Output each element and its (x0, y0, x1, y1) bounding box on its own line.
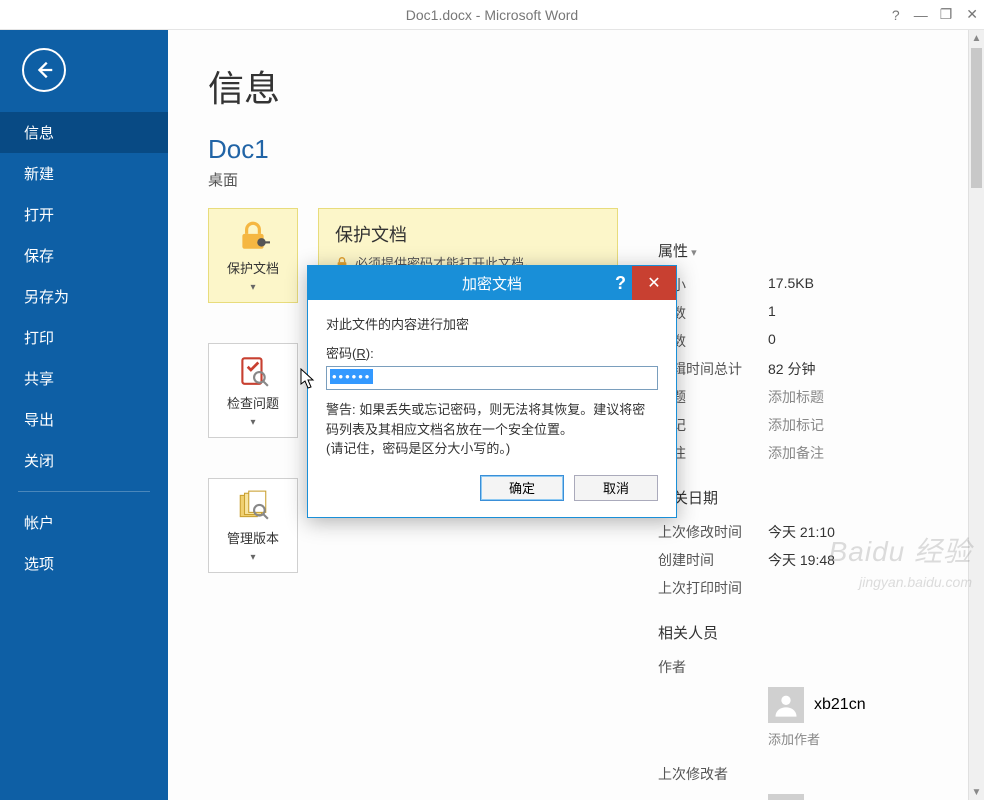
nav-info[interactable]: 信息 (0, 112, 168, 153)
window-title: Doc1.docx - Microsoft Word (406, 7, 578, 23)
date-row: 上次打印时间 (658, 574, 958, 602)
related-people-header: 相关人员 (658, 622, 958, 643)
versions-tile-label: 管理版本 (227, 528, 279, 547)
nav-share[interactable]: 共享 (0, 358, 168, 399)
manage-versions-tile[interactable]: 管理版本 ▾ (208, 478, 298, 573)
doc-title: Doc1 (208, 134, 944, 165)
protect-document-tile[interactable]: 保护文档 ▾ (208, 208, 298, 303)
properties-header[interactable]: 属性 (658, 240, 958, 261)
nav-options[interactable]: 选项 (0, 543, 168, 584)
property-row: 编辑时间总计82 分钟 (658, 355, 958, 383)
dialog-subtitle: 对此文件的内容进行加密 (326, 314, 658, 333)
modifier-person[interactable]: xb21cn (768, 794, 958, 800)
ok-button[interactable]: 确定 (480, 475, 564, 501)
scrollbar-thumb[interactable] (971, 48, 982, 188)
property-row: 标记添加标记 (658, 411, 958, 439)
inspect-document-tile[interactable]: 检查问题 ▾ (208, 343, 298, 438)
nav-print[interactable]: 打印 (0, 317, 168, 358)
cancel-button[interactable]: 取消 (574, 475, 658, 501)
author-name: xb21cn (814, 696, 866, 714)
chevron-down-icon: ▾ (250, 417, 255, 428)
help-icon[interactable]: ? (892, 7, 900, 23)
protect-tile-label: 保护文档 (227, 258, 279, 277)
property-row: 标题添加标题 (658, 383, 958, 411)
related-dates-header: 相关日期 (658, 487, 958, 508)
warning-text: 警告: 如果丢失或忘记密码，则无法将其恢复。建议将密码列表及其相应文档名放在一个… (326, 400, 658, 459)
nav-account[interactable]: 帐户 (0, 502, 168, 543)
person-avatar-icon (768, 687, 804, 723)
nav-save[interactable]: 保存 (0, 235, 168, 276)
nav-open[interactable]: 打开 (0, 194, 168, 235)
property-row: 备注添加备注 (658, 439, 958, 467)
person-avatar-icon (768, 794, 804, 800)
vertical-scrollbar[interactable]: ▲ ▼ (968, 30, 984, 800)
password-selection: •••••• (330, 369, 373, 384)
password-label: 密码(R): (326, 343, 658, 362)
encrypt-document-dialog: 加密文档 ? ✕ 对此文件的内容进行加密 密码(R): •••••• 警告: 如… (307, 265, 677, 518)
nav-export[interactable]: 导出 (0, 399, 168, 440)
scroll-up-icon[interactable]: ▲ (969, 30, 984, 46)
doc-location: 桌面 (208, 169, 944, 190)
author-person[interactable]: xb21cn (768, 687, 958, 723)
add-author-link[interactable]: 添加作者 (768, 729, 958, 748)
date-row: 上次修改时间今天 21:10 (658, 518, 958, 546)
modifier-label: 上次修改者 (658, 764, 768, 784)
back-button[interactable] (22, 48, 66, 92)
nav-close[interactable]: 关闭 (0, 440, 168, 481)
inspect-tile-label: 检查问题 (227, 393, 279, 412)
restore-icon[interactable]: ❐ (940, 6, 953, 23)
chevron-down-icon: ▾ (250, 282, 255, 293)
nav-new[interactable]: 新建 (0, 153, 168, 194)
property-row: 大小17.5KB (658, 271, 958, 299)
password-input[interactable] (326, 366, 658, 390)
dialog-title: 加密文档 (462, 273, 522, 294)
author-label: 作者 (658, 657, 768, 677)
date-row: 创建时间今天 19:48 (658, 546, 958, 574)
close-icon[interactable]: ✕ (966, 6, 978, 23)
backstage-sidebar: 信息 新建 打开 保存 另存为 打印 共享 导出 关闭 帐户 选项 (0, 30, 168, 800)
minimize-icon[interactable]: — (914, 7, 926, 23)
nav-saveas[interactable]: 另存为 (0, 276, 168, 317)
property-row: 字数0 (658, 327, 958, 355)
page-heading: 信息 (208, 60, 944, 112)
chevron-down-icon: ▾ (250, 552, 255, 563)
dialog-close-button[interactable]: ✕ (632, 266, 676, 300)
property-row: 页数1 (658, 299, 958, 327)
dialog-help-icon[interactable]: ? (615, 273, 626, 294)
scroll-down-icon[interactable]: ▼ (969, 784, 984, 800)
properties-panel: 属性 大小17.5KB页数1字数0编辑时间总计82 分钟标题添加标题标记添加标记… (658, 240, 958, 800)
